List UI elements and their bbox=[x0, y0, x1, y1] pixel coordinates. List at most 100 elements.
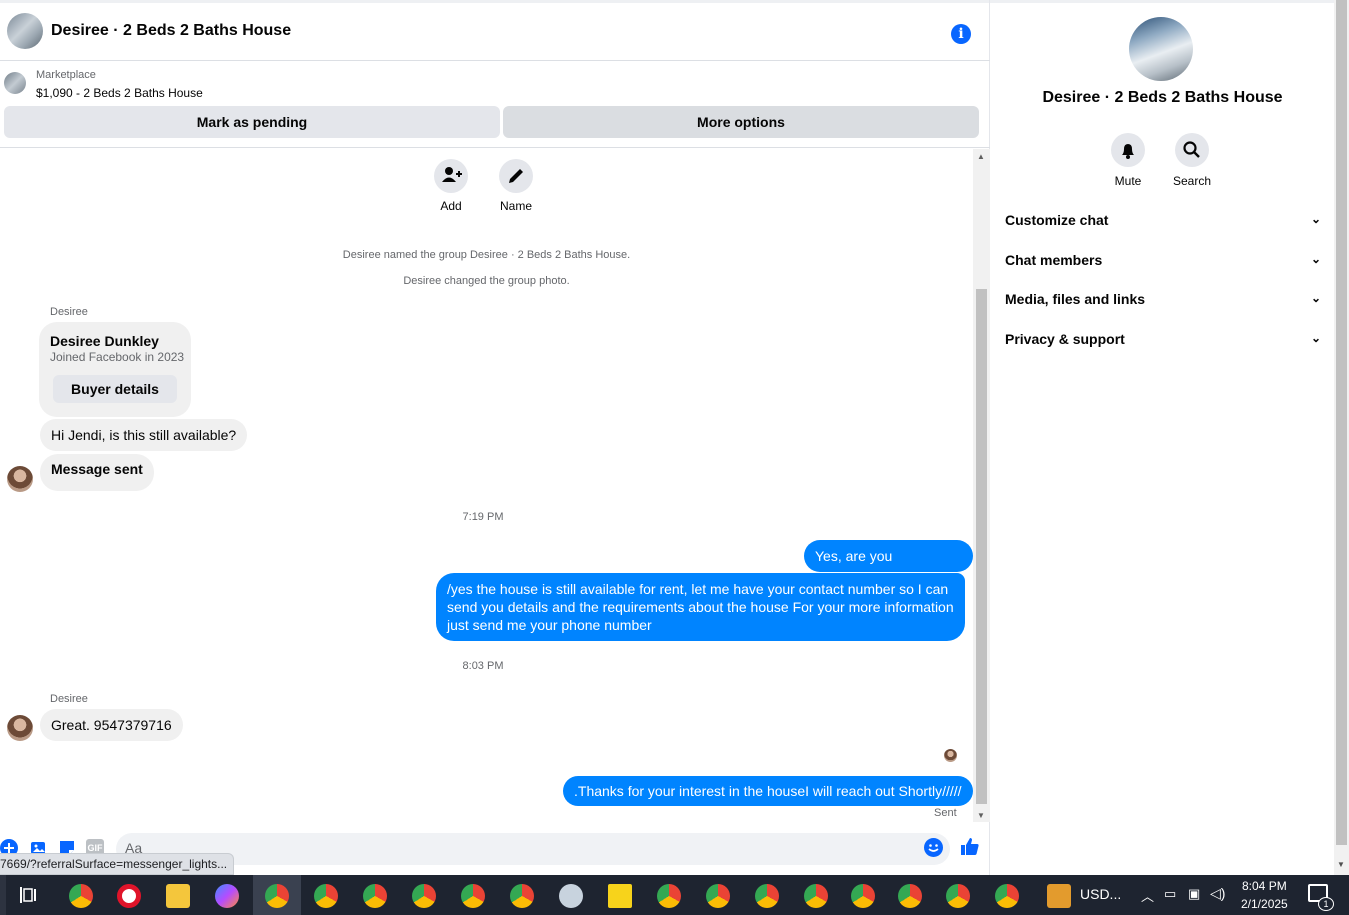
chrome-icon[interactable] bbox=[657, 884, 681, 908]
scroll-up-icon[interactable]: ▲ bbox=[977, 152, 985, 161]
opera-icon[interactable] bbox=[117, 884, 141, 908]
chrome-icon[interactable] bbox=[851, 884, 875, 908]
chrome-icon[interactable] bbox=[706, 884, 730, 908]
buyer-joined: Joined Facebook in 2023 bbox=[50, 350, 185, 364]
notification-count: 1 bbox=[1318, 897, 1334, 911]
clock-date[interactable]: 2/1/2025 bbox=[1241, 897, 1288, 911]
bell-icon bbox=[1111, 133, 1145, 167]
section-chat-members[interactable]: Chat members ⌄ bbox=[1005, 252, 1321, 274]
chevron-up-icon[interactable]: ︿ bbox=[1141, 886, 1154, 905]
chevron-down-icon: ⌄ bbox=[1310, 212, 1321, 226]
chrome-icon[interactable] bbox=[461, 884, 485, 908]
section-label: Media, files and links bbox=[1005, 291, 1146, 307]
file-explorer-icon[interactable] bbox=[166, 884, 190, 908]
copilot-icon[interactable] bbox=[215, 884, 239, 908]
desiree-avatar[interactable] bbox=[7, 715, 33, 741]
chevron-down-icon: ⌄ bbox=[1310, 291, 1321, 305]
outgoing-message[interactable]: Yes, are you interested? bbox=[804, 540, 973, 596]
chevron-down-icon: ⌄ bbox=[1310, 252, 1321, 266]
currency-icon[interactable] bbox=[1047, 884, 1071, 908]
chrome-icon[interactable] bbox=[898, 884, 922, 908]
timestamp: 7:19 PM bbox=[462, 511, 504, 523]
window-scrollbar[interactable]: ▼ bbox=[1334, 0, 1349, 875]
meet-icon[interactable]: ▣ bbox=[1188, 886, 1200, 902]
add-member-action[interactable]: Add bbox=[421, 159, 481, 213]
section-customize-chat[interactable]: Customize chat ⌄ bbox=[1005, 212, 1321, 234]
network-icon[interactable]: ▭ bbox=[1164, 886, 1176, 902]
start-edge[interactable] bbox=[0, 875, 6, 915]
chat-panel: Desiree · 2 Beds 2 Baths House i Marketp… bbox=[0, 0, 990, 875]
chat-title[interactable]: Desiree · 2 Beds 2 Baths House bbox=[51, 22, 291, 40]
thumbs-up-icon[interactable] bbox=[960, 837, 980, 857]
chrome-icon[interactable] bbox=[946, 884, 970, 908]
read-receipt-avatar bbox=[944, 749, 957, 762]
system-message-named: Desiree named the group Desiree · 2 Beds… bbox=[342, 249, 631, 261]
group-name: Desiree · 2 Beds 2 Baths House bbox=[1042, 89, 1283, 106]
windows-taskbar: USD... ︿ ▭ ▣ ◁) 8:04 PM 2/1/2025 1 bbox=[0, 875, 1349, 915]
desiree-avatar[interactable] bbox=[7, 466, 33, 492]
chrome-icon[interactable] bbox=[510, 884, 534, 908]
message-scrollbar[interactable]: ▲ ▼ bbox=[973, 149, 990, 822]
buyer-details-button[interactable]: Buyer details bbox=[53, 375, 177, 403]
pencil-icon bbox=[499, 159, 533, 193]
task-view-icon[interactable] bbox=[20, 887, 38, 903]
outgoing-message[interactable]: /yes the house is still available for re… bbox=[436, 573, 965, 641]
listing-banner: Marketplace $1,090 - 2 Beds 2 Baths Hous… bbox=[0, 62, 990, 148]
section-label: Customize chat bbox=[1005, 212, 1109, 228]
search-action[interactable]: Search bbox=[1162, 133, 1222, 188]
section-label: Chat members bbox=[1005, 252, 1103, 268]
message-input-wrapper[interactable] bbox=[116, 833, 950, 865]
add-person-icon bbox=[434, 159, 468, 193]
chevron-down-icon: ⌄ bbox=[1310, 331, 1321, 345]
sender-name: Desiree bbox=[50, 693, 88, 705]
chrome-icon[interactable] bbox=[69, 884, 93, 908]
system-message-photo: Desiree changed the group photo. bbox=[403, 275, 570, 287]
sent-status: Sent bbox=[934, 807, 957, 819]
clock-time[interactable]: 8:04 PM bbox=[1242, 879, 1287, 893]
buyer-card: Desiree Dunkley Joined Facebook in 2023 … bbox=[39, 322, 191, 417]
mute-action[interactable]: Mute bbox=[1098, 133, 1158, 188]
window-scrollbar-thumb[interactable] bbox=[1336, 0, 1347, 845]
timestamp: 8:03 PM bbox=[462, 660, 504, 672]
chrome-icon[interactable] bbox=[755, 884, 779, 908]
chat-header: Desiree · 2 Beds 2 Baths House i bbox=[0, 3, 990, 61]
more-options-button[interactable]: More options bbox=[503, 106, 979, 138]
details-panel: Desiree · 2 Beds 2 Baths House Mute Sear… bbox=[991, 3, 1334, 875]
emoji-icon[interactable] bbox=[924, 838, 943, 857]
group-avatar[interactable] bbox=[7, 13, 43, 49]
search-icon bbox=[1175, 133, 1209, 167]
name-group-action[interactable]: Name bbox=[486, 159, 546, 213]
search-label: Search bbox=[1172, 174, 1212, 188]
buyer-name[interactable]: Desiree Dunkley bbox=[50, 333, 159, 349]
marketplace-label: Marketplace bbox=[36, 69, 96, 81]
currency-label[interactable]: USD... bbox=[1080, 886, 1121, 902]
message-input[interactable] bbox=[125, 840, 905, 856]
chrome-icon[interactable] bbox=[995, 884, 1019, 908]
chrome-icon[interactable] bbox=[363, 884, 387, 908]
incoming-message[interactable]: Message sent bbox=[40, 454, 154, 491]
section-privacy-support[interactable]: Privacy & support ⌄ bbox=[1005, 331, 1321, 353]
paint-icon[interactable] bbox=[559, 884, 583, 908]
listing-thumbnail[interactable] bbox=[4, 72, 26, 94]
chrome-icon[interactable] bbox=[265, 884, 289, 908]
group-photo[interactable] bbox=[1129, 17, 1193, 81]
sticky-notes-icon[interactable] bbox=[608, 884, 632, 908]
outgoing-message[interactable]: .Thanks for your interest in the houseI … bbox=[563, 776, 973, 806]
scroll-down-icon[interactable]: ▼ bbox=[1337, 860, 1345, 869]
info-icon[interactable]: i bbox=[951, 24, 971, 44]
name-label: Name bbox=[499, 199, 532, 213]
add-label: Add bbox=[440, 199, 462, 213]
incoming-message[interactable]: Great. 9547379716 bbox=[40, 709, 183, 741]
mark-as-pending-button[interactable]: Mark as pending bbox=[4, 106, 500, 138]
section-label: Privacy & support bbox=[1005, 331, 1125, 347]
chrome-icon[interactable] bbox=[314, 884, 338, 908]
volume-icon[interactable]: ◁) bbox=[1210, 885, 1225, 902]
message-list[interactable]: Add Name Desiree named the group Desiree… bbox=[0, 149, 973, 822]
chrome-icon[interactable] bbox=[804, 884, 828, 908]
scroll-down-icon[interactable]: ▼ bbox=[977, 811, 985, 820]
chrome-icon[interactable] bbox=[412, 884, 436, 908]
listing-title[interactable]: $1,090 - 2 Beds 2 Baths House bbox=[36, 86, 203, 100]
section-media-files-links[interactable]: Media, files and links ⌄ bbox=[1005, 291, 1321, 313]
incoming-message[interactable]: Hi Jendi, is this still available? bbox=[40, 419, 248, 451]
scrollbar-thumb[interactable] bbox=[976, 289, 987, 804]
